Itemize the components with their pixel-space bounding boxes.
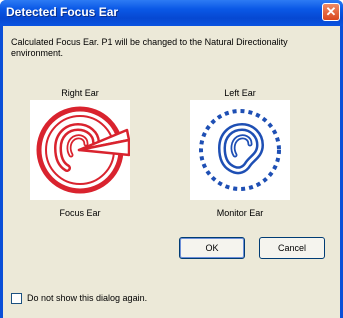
dialog-window: Detected Focus Ear ✕ Calculated Focus Ea… bbox=[0, 0, 343, 318]
dialog-body: Calculated Focus Ear. P1 will be changed… bbox=[3, 26, 340, 318]
focus-ear-icon bbox=[36, 106, 130, 194]
dont-show-again-label[interactable]: Do not show this dialog again. bbox=[27, 293, 147, 303]
monitor-ear-icon bbox=[199, 109, 281, 191]
cancel-button[interactable]: Cancel bbox=[259, 237, 325, 259]
close-button[interactable]: ✕ bbox=[322, 3, 340, 21]
dont-show-again-checkbox[interactable] bbox=[11, 293, 22, 304]
window-title: Detected Focus Ear bbox=[6, 5, 119, 19]
dialog-message: Calculated Focus Ear. P1 will be changed… bbox=[11, 37, 288, 58]
ok-button[interactable]: OK bbox=[179, 237, 245, 259]
right-ear-panel bbox=[30, 100, 130, 200]
left-ear-heading: Left Ear bbox=[224, 88, 256, 98]
close-icon: ✕ bbox=[325, 4, 337, 19]
right-ear-caption: Focus Ear bbox=[59, 208, 101, 218]
right-ear-heading: Right Ear bbox=[61, 88, 99, 98]
title-bar[interactable]: Detected Focus Ear ✕ bbox=[0, 0, 343, 26]
left-ear-panel bbox=[190, 100, 290, 200]
left-ear-caption: Monitor Ear bbox=[216, 208, 264, 218]
